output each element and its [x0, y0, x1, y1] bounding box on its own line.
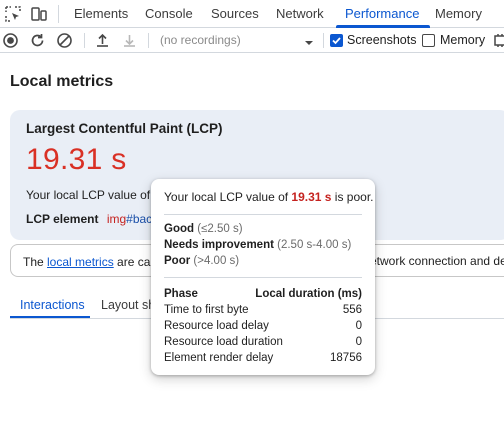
threshold-needs-label: Needs improvement [164, 239, 274, 251]
download-icon[interactable] [121, 32, 138, 49]
tab-sources[interactable]: Sources [211, 0, 259, 28]
tab-console[interactable]: Console [145, 0, 193, 28]
phase-row-value: 0 [355, 320, 362, 332]
lcp-description-text: Your local LCP value of 1 [26, 188, 161, 202]
toolbar-separator [323, 33, 324, 48]
chevron-down-icon[interactable] [304, 35, 314, 45]
local-metrics-heading: Local metrics [10, 73, 114, 90]
device-toolbar-icon[interactable] [30, 5, 48, 23]
tab-elements[interactable]: Elements [74, 0, 128, 28]
tab-memory[interactable]: Memory [435, 0, 482, 28]
subtab-layout-shifts[interactable]: Layout sh [101, 298, 155, 312]
record-icon[interactable] [2, 32, 19, 49]
threshold-poor: Poor (>4.00 s) [164, 255, 239, 267]
duration-column-header: Local duration (ms) [255, 288, 362, 300]
lcp-card-title: Largest Contentful Paint (LCP) [26, 121, 223, 136]
active-subtab-indicator [10, 316, 90, 318]
threshold-poor-range: (>4.00 s) [193, 255, 240, 267]
phase-row-label: Resource load delay [164, 320, 269, 332]
tab-performance[interactable]: Performance [345, 0, 419, 28]
subtab-interactions[interactable]: Interactions [20, 298, 85, 312]
lcp-tooltip: Your local LCP value of 19.31 s is poor.… [151, 179, 375, 375]
lcp-element-row: LCP element img#back [26, 212, 158, 226]
tooltip-divider [164, 277, 362, 278]
threshold-good-label: Good [164, 223, 195, 235]
tab-network[interactable]: Network [276, 0, 324, 28]
tabbar-separator [58, 5, 59, 23]
phase-row-value: 18756 [330, 352, 362, 364]
upload-icon[interactable] [94, 32, 111, 49]
local-metrics-link[interactable]: local metrics [47, 255, 114, 269]
memory-label[interactable]: Memory [440, 28, 485, 53]
threshold-poor-label: Poor [164, 255, 191, 267]
toolbar-separator [84, 33, 85, 48]
performance-toolbar: (no recordings) Screenshots Memory [0, 28, 504, 53]
capture-settings-icon[interactable] [493, 32, 504, 49]
lcp-value: 19.31 s [26, 143, 127, 176]
tooltip-summary-prefix: Your local LCP value of [164, 190, 292, 204]
threshold-needs-range: (2.50 s-4.00 s) [277, 239, 352, 251]
memory-checkbox[interactable] [422, 34, 435, 47]
phase-row-label: Resource load duration [164, 336, 283, 348]
inspect-element-icon[interactable] [4, 5, 22, 23]
phase-row-label: Element render delay [164, 352, 274, 364]
clear-icon[interactable] [56, 32, 73, 49]
lcp-element-label: LCP element [26, 212, 99, 226]
screenshots-label[interactable]: Screenshots [347, 28, 416, 53]
phase-row-label: Time to first byte [164, 304, 249, 316]
threshold-needs-improvement: Needs improvement (2.50 s-4.00 s) [164, 239, 351, 251]
recordings-select[interactable]: (no recordings) [160, 28, 241, 53]
notice-prefix: The [23, 255, 48, 269]
tooltip-summary: Your local LCP value of 19.31 s is poor. [164, 190, 374, 204]
notice-text: The local metrics are cap [23, 255, 157, 269]
lcp-description: Your local LCP value of 1 [26, 188, 160, 202]
screenshots-checkbox[interactable] [330, 34, 343, 47]
threshold-good: Good (≤2.50 s) [164, 223, 243, 235]
tooltip-summary-suffix: is poor. [331, 190, 374, 204]
lcp-element-tag[interactable]: img [107, 212, 126, 226]
phase-row-value: 0 [355, 336, 362, 348]
phase-row-value: 556 [342, 304, 362, 316]
phase-column-header: Phase [164, 288, 198, 300]
devtools-tab-bar: Elements Console Sources Network Perform… [0, 0, 504, 28]
tooltip-divider [164, 214, 362, 215]
tooltip-lcp-value: 19.31 s [291, 190, 332, 204]
toolbar-separator [148, 33, 149, 48]
notice-text-continued: etwork connection and de [370, 254, 504, 268]
reload-record-icon[interactable] [29, 32, 46, 49]
threshold-good-range: (≤2.50 s) [197, 223, 243, 235]
